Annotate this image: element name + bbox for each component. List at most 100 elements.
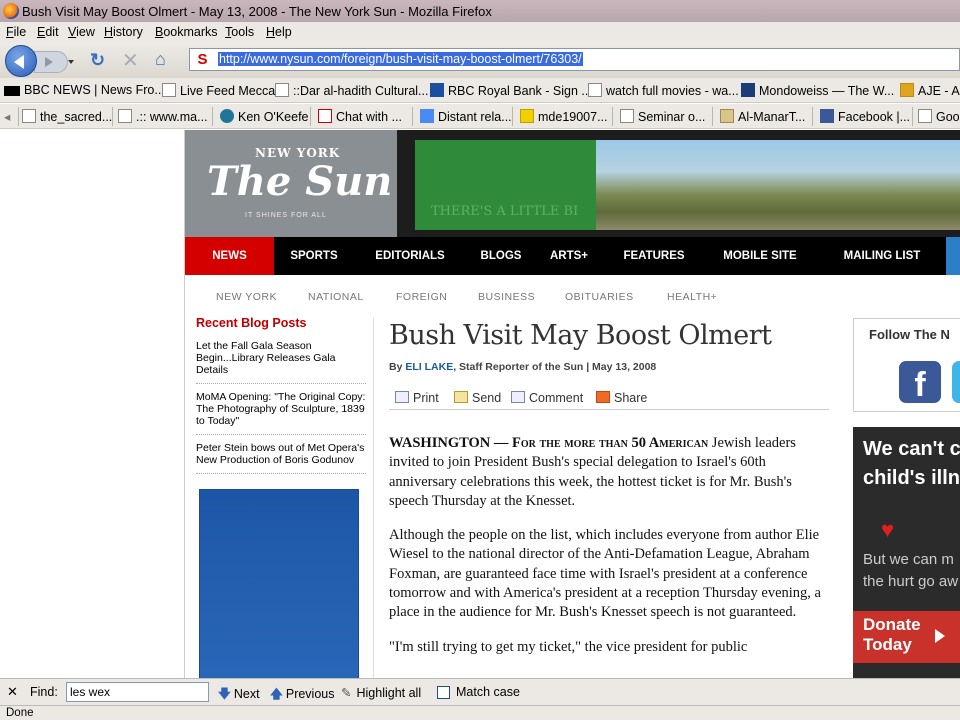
tab-separator bbox=[112, 107, 113, 126]
print-button[interactable]: Print bbox=[395, 391, 439, 405]
article-paragraph: WASHINGTON — For the more than 50 Americ… bbox=[389, 434, 829, 511]
menu-help[interactable]: Help bbox=[266, 25, 292, 39]
match-case-checkbox[interactable] bbox=[437, 686, 450, 699]
google-icon bbox=[918, 109, 932, 123]
bookmark-watch-movies[interactable]: watch full movies - wa... bbox=[588, 83, 739, 98]
tab-item[interactable]: Distant rela... bbox=[420, 109, 512, 124]
highlight-all-button[interactable]: ✎ Highlight all bbox=[341, 685, 421, 700]
window-title: Bush Visit May Boost Olmert - May 13, 20… bbox=[22, 4, 492, 19]
menu-bookmarks[interactable]: Bookmarks bbox=[155, 25, 218, 39]
menu-bar: File Edit View History Bookmarks Tools H… bbox=[0, 22, 960, 42]
menu-edit[interactable]: Edit bbox=[37, 25, 59, 39]
tab-item[interactable]: Facebook |... bbox=[820, 109, 910, 124]
forward-button[interactable] bbox=[34, 51, 68, 73]
banner-ad[interactable]: THERE'S A LITTLE BI bbox=[397, 130, 960, 237]
reload-icon[interactable]: ↻ bbox=[90, 50, 105, 71]
logo-slogan: IT SHINES FOR ALL bbox=[245, 212, 327, 219]
history-dropdown-icon[interactable] bbox=[68, 60, 74, 64]
tab-label: the_sacred... bbox=[40, 110, 113, 124]
nav-arts[interactable]: ARTS+ bbox=[541, 237, 597, 275]
tab-item[interactable]: Goo bbox=[918, 109, 960, 124]
bookmark-bbc[interactable]: BBC NEWS | News Fro... bbox=[4, 83, 165, 97]
nav-editorials[interactable]: EDITORIALS bbox=[363, 237, 457, 275]
back-button[interactable] bbox=[5, 45, 37, 77]
blog-post-link[interactable]: Peter Stein bows out of Met Opera's New … bbox=[196, 442, 366, 474]
bookmark-label: AJE - Al bbox=[918, 84, 960, 98]
author-link[interactable]: ELI LAKE bbox=[405, 361, 453, 373]
dateline: WASHINGTON — For the more than 50 Americ… bbox=[389, 435, 709, 451]
twitter-icon[interactable] bbox=[952, 361, 960, 403]
find-next-button[interactable]: 🡇 Next bbox=[218, 685, 260, 706]
charity-ad[interactable]: We can't c child's illn ♥ But we can m the… bbox=[853, 427, 960, 678]
ad-subtext: But we can m the hurt go aw bbox=[863, 549, 958, 593]
tab-label: Facebook |... bbox=[838, 110, 911, 124]
scroll-left-icon[interactable]: ◂ bbox=[4, 109, 10, 124]
byline-role: , Staff Reporter of the Sun | May 13, 20… bbox=[453, 361, 657, 373]
byline: By ELI LAKE, Staff Reporter of the Sun |… bbox=[389, 361, 829, 373]
send-button[interactable]: Send bbox=[454, 391, 501, 405]
bookmark-label: watch full movies - wa... bbox=[606, 84, 739, 98]
menu-history[interactable]: History bbox=[104, 25, 143, 39]
tab-separator bbox=[212, 107, 213, 126]
tab-item[interactable]: Seminar o... bbox=[620, 109, 705, 124]
bookmark-label: Live Feed Mecca bbox=[180, 84, 276, 98]
address-url[interactable]: http://www.nysun.com/foreign/bush-visit-… bbox=[218, 52, 583, 66]
sidebar: Recent Blog Posts Let the Fall Gala Seas… bbox=[196, 316, 368, 481]
address-bar[interactable]: S http://www.nysun.com/foreign/bush-visi… bbox=[189, 48, 960, 71]
tab-item[interactable]: Chat with ... bbox=[318, 109, 402, 124]
ad-subtext-line: But we can m bbox=[863, 551, 954, 568]
find-previous-button[interactable]: 🡅 Previous bbox=[270, 685, 335, 706]
bookmark-rbc[interactable]: RBC Royal Bank - Sign ... bbox=[430, 83, 592, 98]
subnav-health[interactable]: HEALTH+ bbox=[667, 291, 717, 303]
subnav-new-york[interactable]: NEW YORK bbox=[216, 291, 277, 303]
menu-view[interactable]: View bbox=[68, 25, 95, 39]
site-logo[interactable]: NEW YORK The Sun IT SHINES FOR ALL bbox=[185, 130, 397, 237]
subnav-national[interactable]: NATIONAL bbox=[308, 291, 364, 303]
amnesty-icon bbox=[520, 109, 534, 123]
menu-file[interactable]: File bbox=[6, 25, 26, 39]
blog-post-link[interactable]: MoMA Opening: "The Original Copy: The Ph… bbox=[196, 391, 366, 435]
web-page: NEW YORK The Sun IT SHINES FOR ALL THERE… bbox=[0, 130, 960, 678]
tab-label: Goo bbox=[936, 110, 960, 124]
nav-news[interactable]: NEWS bbox=[185, 237, 274, 275]
sidebar-ad[interactable] bbox=[199, 489, 359, 678]
tab-item[interactable]: mde19007... bbox=[520, 109, 608, 124]
find-input[interactable] bbox=[66, 682, 209, 702]
close-icon[interactable]: ✕ bbox=[7, 684, 18, 700]
nav-features[interactable]: FEATURES bbox=[615, 237, 693, 275]
subnav-obituaries[interactable]: OBITUARIES bbox=[565, 291, 634, 303]
tab-strip: ◂ the_sacred... .:: www.ma... Ken O'Keef… bbox=[0, 104, 960, 129]
nav-sports[interactable]: SPORTS bbox=[274, 237, 354, 275]
nav-mobile-site[interactable]: MOBILE SITE bbox=[715, 237, 805, 275]
blog-post-link[interactable]: Let the Fall Gala Season Begin...Library… bbox=[196, 340, 366, 384]
nav-blogs[interactable]: BLOGS bbox=[473, 237, 529, 275]
wordpress-icon bbox=[220, 109, 234, 123]
nav-mailing-list[interactable]: MAILING LIST bbox=[833, 237, 931, 275]
donate-button[interactable]: Donate Today bbox=[853, 611, 960, 663]
main-nav: NEWS SPORTS EDITORIALS BLOGS ARTS+ FEATU… bbox=[185, 237, 960, 275]
bookmark-live-feed[interactable]: Live Feed Mecca bbox=[162, 83, 275, 98]
highlight-label: Highlight all bbox=[356, 686, 422, 700]
tab-item[interactable]: the_sacred... bbox=[22, 109, 112, 124]
home-icon[interactable]: ⌂ bbox=[155, 49, 166, 70]
send-label: Send bbox=[472, 391, 502, 405]
facebook-icon[interactable]: f bbox=[899, 361, 941, 404]
find-next-label: Next bbox=[233, 687, 260, 701]
bookmark-aje[interactable]: AJE - Al bbox=[900, 83, 960, 98]
stop-icon[interactable]: ✕ bbox=[122, 48, 139, 73]
bookmark-dar-al-hadith[interactable]: ::Dar al-hadith Cultural... bbox=[275, 83, 428, 98]
menu-tools[interactable]: Tools bbox=[225, 25, 254, 39]
tab-item[interactable]: Al-ManarT... bbox=[720, 109, 805, 124]
tab-item[interactable]: .:: www.ma... bbox=[118, 109, 208, 124]
heart-icon: ♥ bbox=[881, 517, 895, 542]
tab-item[interactable]: Ken O'Keefe bbox=[220, 109, 309, 124]
article-paragraph: "I'm still trying to get my ticket," the… bbox=[389, 638, 748, 655]
subnav-foreign[interactable]: FOREIGN bbox=[396, 291, 447, 303]
subnav-business[interactable]: BUSINESS bbox=[478, 291, 535, 303]
match-case-label[interactable]: Match case bbox=[456, 685, 520, 699]
tab-separator bbox=[712, 107, 713, 126]
comment-button[interactable]: Comment bbox=[511, 391, 583, 405]
bookmark-mondoweiss[interactable]: Mondoweiss — The W... bbox=[741, 83, 894, 98]
tab-label: mde19007... bbox=[538, 110, 608, 124]
share-button[interactable]: Share bbox=[596, 391, 647, 405]
